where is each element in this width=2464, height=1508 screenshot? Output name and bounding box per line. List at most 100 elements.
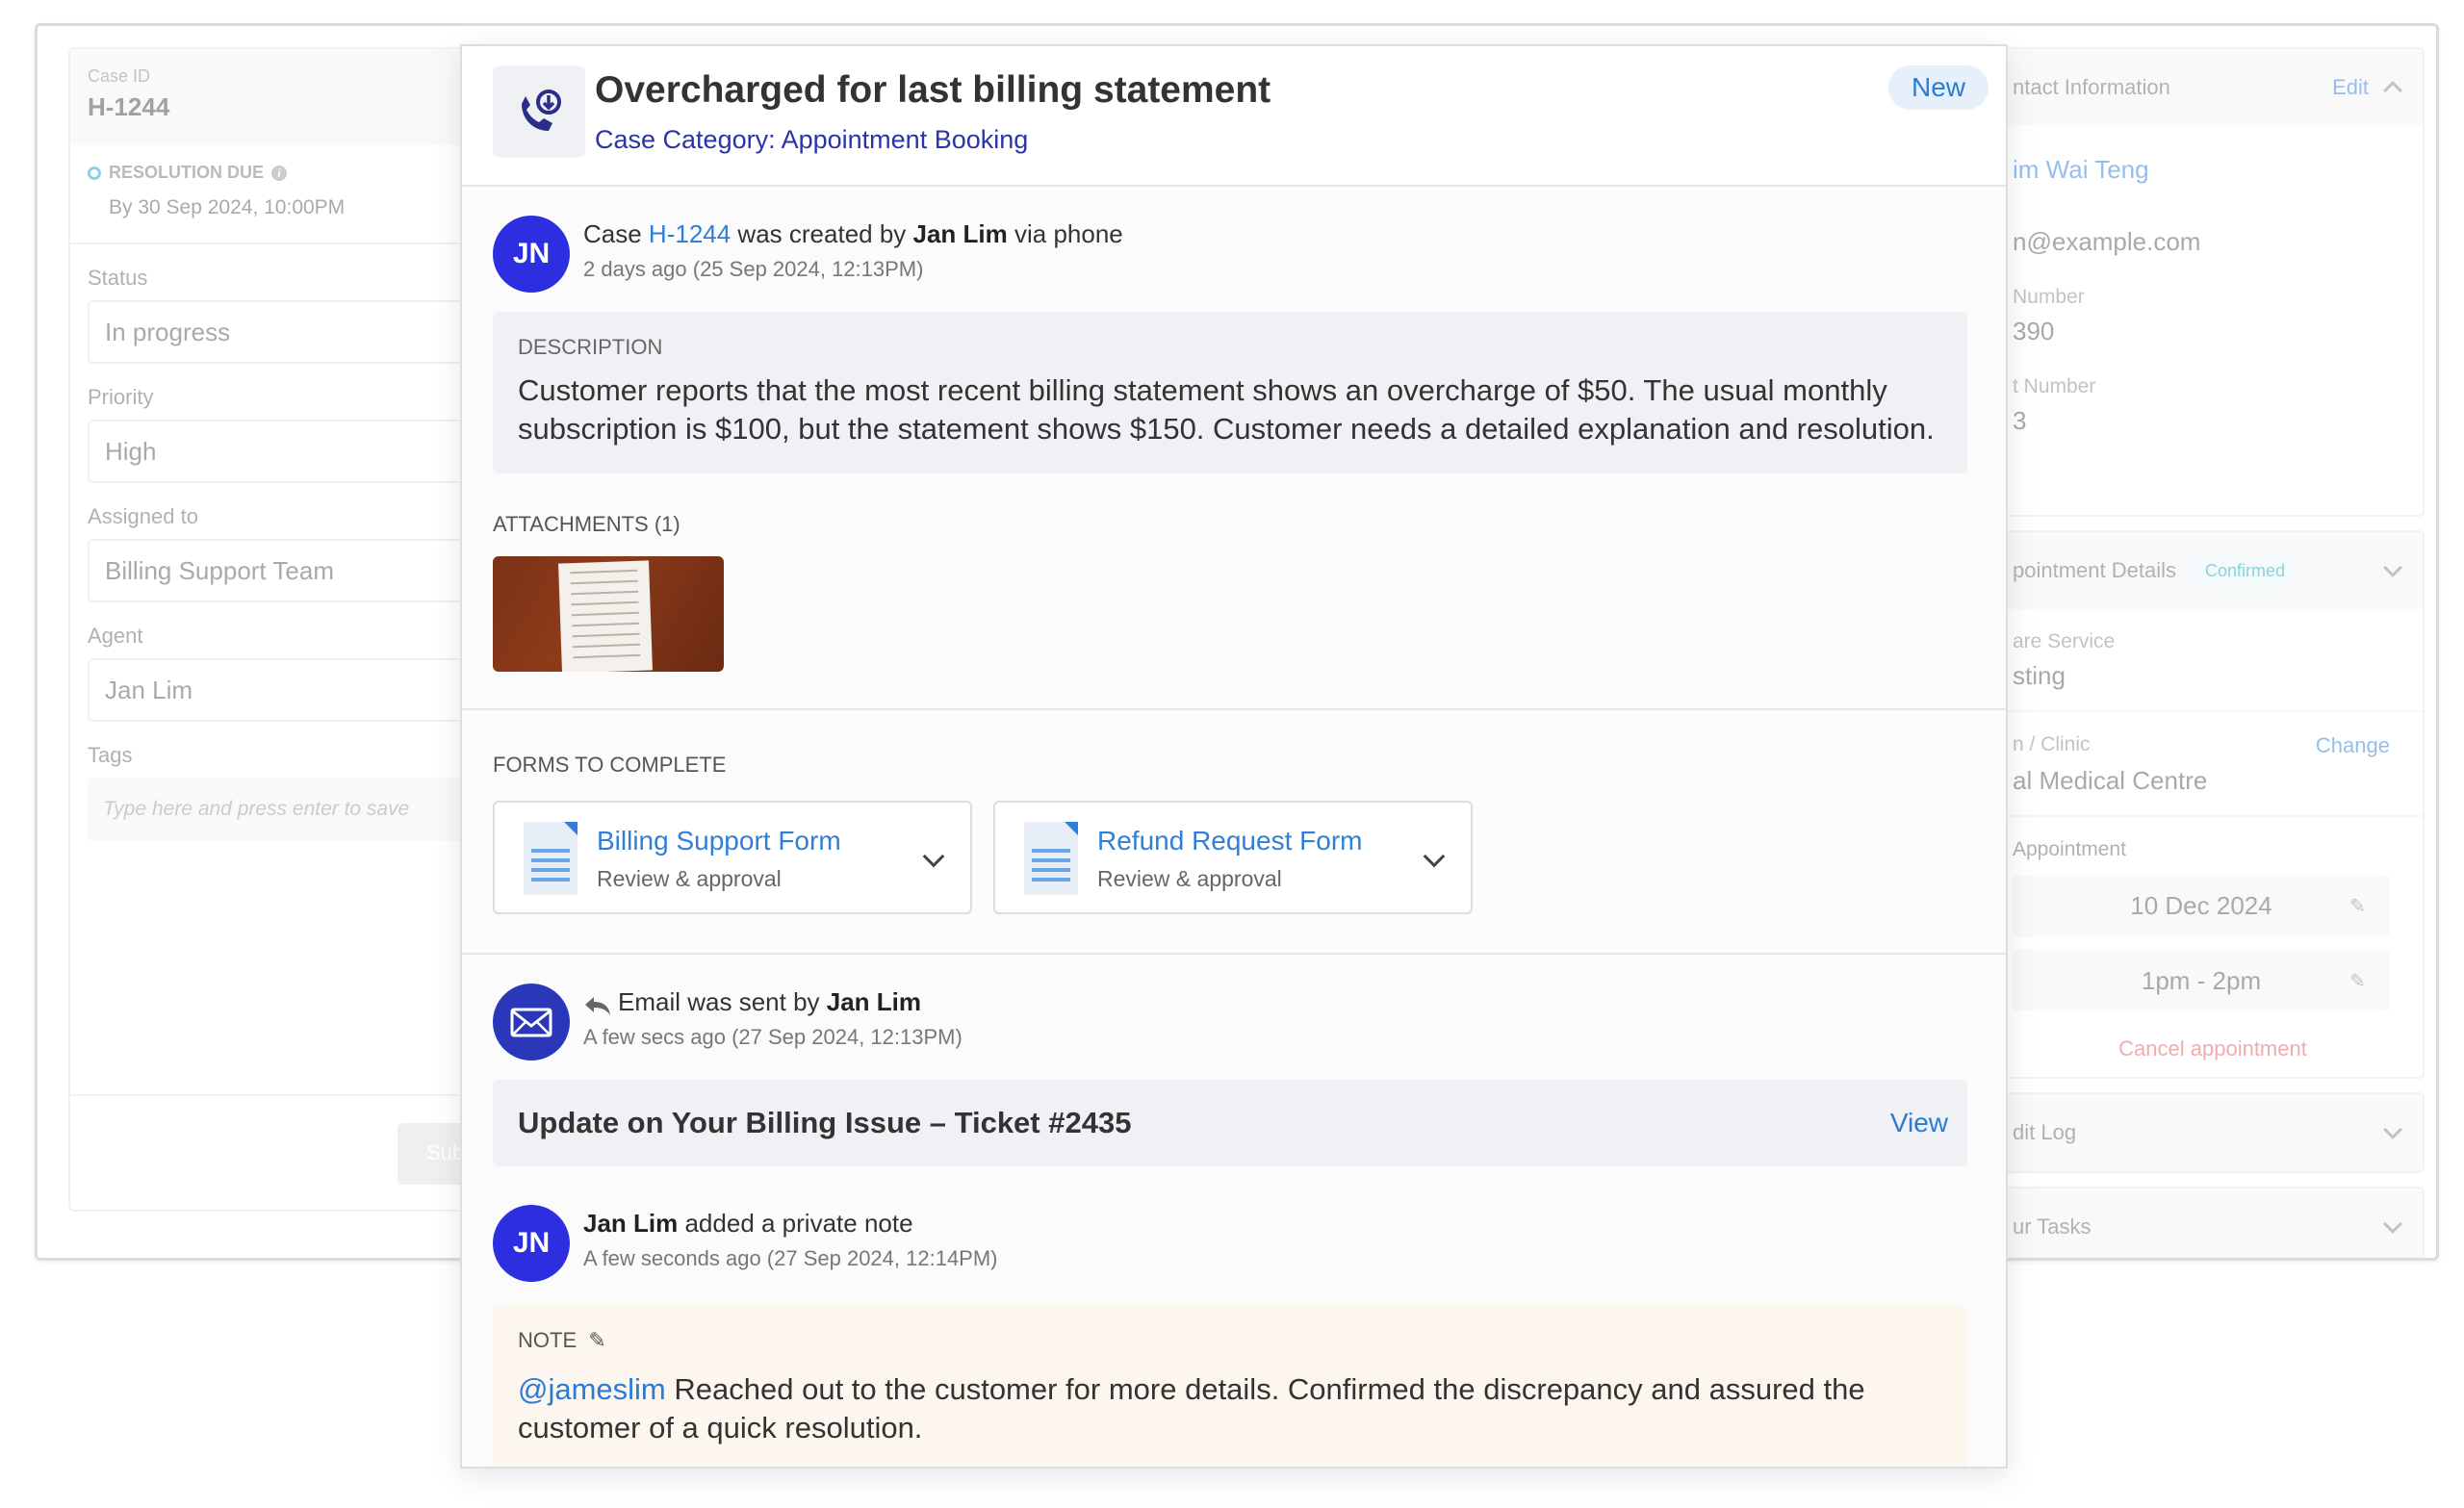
view-email-link[interactable]: View [1890, 1108, 1948, 1138]
tags-input[interactable]: Type here and press enter to save [88, 778, 492, 841]
receipt-line [570, 579, 638, 585]
email-sent-event: Email was sent by Jan Lim A few secs ago… [493, 955, 1967, 1061]
resolution-due-value: By 30 Sep 2024, 10:00PM [109, 196, 346, 218]
receipt-line [572, 632, 640, 638]
clinic-section: n / Clinic Change al Medical Centre [2003, 712, 2423, 817]
tasks-header[interactable]: ur Tasks [2003, 1189, 2423, 1258]
form-title[interactable]: Billing Support Form [597, 826, 841, 856]
agent-select[interactable]: Jan Lim [88, 658, 492, 722]
receipt-line [571, 590, 639, 596]
clinic-row: n / Clinic Change [2013, 712, 2413, 758]
priority-select[interactable]: High [88, 420, 492, 483]
document-line [1032, 868, 1070, 872]
agent-field: Agent Jan Lim [70, 624, 509, 722]
avatar: JN [493, 1205, 570, 1282]
edit-log-card[interactable]: dit Log [2001, 1092, 2425, 1173]
created-mid: was created by [731, 219, 913, 248]
chevron-up-icon[interactable] [2383, 81, 2402, 100]
document-line [531, 868, 570, 872]
appointment-time[interactable]: 1pm - 2pm ✎ [2013, 950, 2390, 1011]
status-badge: Confirmed [2193, 554, 2297, 587]
form-title[interactable]: Refund Request Form [1097, 826, 1362, 856]
note-event: JN Jan Lim added a private note A few se… [493, 1166, 1967, 1282]
contact-card-header[interactable]: ntact Information Edit [2003, 49, 2423, 126]
tasks-card[interactable]: ur Tasks [2001, 1187, 2425, 1258]
status-select[interactable]: In progress [88, 300, 492, 364]
receipt-image [558, 560, 653, 672]
contact-email: n@example.com [2013, 227, 2201, 256]
agent-name: Jan Lim [583, 1209, 679, 1238]
description-label: DESCRIPTION [518, 335, 663, 359]
created-prefix: Case [583, 219, 649, 248]
phone-incoming-icon [493, 65, 585, 158]
chevron-down-icon[interactable] [922, 845, 945, 868]
pencil-icon[interactable]: ✎ [2349, 894, 2369, 917]
billing-support-form-card[interactable]: Billing Support Form Review & approval [493, 801, 972, 914]
receipt-line [573, 653, 641, 659]
resolution-due-label: RESOLUTION DUE [109, 163, 265, 182]
edit-contact-link[interactable]: Edit [2332, 75, 2369, 100]
clinic-label: n / Clinic [2013, 733, 2091, 755]
agent-name: Jan Lim [912, 219, 1008, 248]
document-icon [1024, 822, 1078, 895]
note-label-row: NOTE ✎ [518, 1328, 1942, 1353]
cancel-appointment-link[interactable]: Cancel appointment [2013, 1036, 2413, 1088]
chevron-down-icon[interactable] [2383, 558, 2402, 577]
receipt-line [570, 569, 638, 575]
resolution-due-label-row: RESOLUTION DUE i [88, 163, 492, 183]
number-label: Number [2013, 286, 2085, 308]
contact-header-actions: Edit [2332, 75, 2402, 100]
case-details-panel: Case ID H-1244 RESOLUTION DUE i By 30 Se… [68, 47, 532, 1212]
account-value: 3 [2013, 406, 2027, 435]
chevron-down-icon[interactable] [2383, 1214, 2402, 1234]
tasks-title: ur Tasks [2013, 1214, 2092, 1239]
email-sent-line: Email was sent by Jan Lim [583, 987, 962, 1017]
number-value: 390 [2013, 317, 2055, 345]
note-line: Jan Lim added a private note [583, 1209, 998, 1239]
info-icon[interactable]: i [271, 165, 288, 181]
service-section: are Service sting [2003, 630, 2423, 712]
case-id-header: Case ID H-1244 [70, 49, 509, 145]
avatar: JN [493, 216, 570, 293]
note-text: @jameslim Reached out to the customer fo… [518, 1370, 1942, 1447]
chevron-down-icon[interactable] [2383, 1120, 2402, 1139]
event-timestamp: A few secs ago (27 Sep 2024, 12:13PM) [583, 1025, 962, 1049]
appointment-date-value: 10 Dec 2024 [2130, 890, 2272, 920]
mention-link[interactable]: @jameslim [518, 1372, 666, 1406]
case-id-label: Case ID [88, 66, 151, 86]
note-label: NOTE [518, 1328, 578, 1352]
assigned-select[interactable]: Billing Support Team [88, 539, 492, 602]
document-fold [1065, 822, 1078, 835]
service-value: sting [2013, 661, 2066, 690]
assigned-field: Assigned to Billing Support Team [70, 504, 509, 602]
case-detail-modal: Overcharged for last billing statement C… [460, 44, 2008, 1469]
appointment-card: pointment Details Confirmed are Service … [2001, 530, 2425, 1079]
edit-log-title: dit Log [2013, 1120, 2077, 1144]
description-text: Customer reports that the most recent bi… [518, 373, 1935, 446]
receipt-line [571, 601, 639, 606]
status-dot-icon [88, 166, 101, 180]
edit-log-header[interactable]: dit Log [2003, 1094, 2423, 1171]
private-note: NOTE ✎ @jameslim Reached out to the cust… [493, 1305, 1967, 1467]
pencil-icon[interactable]: ✎ [588, 1328, 605, 1352]
resolution-due: RESOLUTION DUE i By 30 Sep 2024, 10:00PM [70, 145, 509, 229]
appointment-time-value: 1pm - 2pm [2141, 965, 2262, 995]
refund-request-form-card[interactable]: Refund Request Form Review & approval [993, 801, 1473, 914]
divider [70, 243, 509, 244]
contact-name[interactable]: im Wai Teng [2013, 155, 2413, 185]
pencil-icon[interactable]: ✎ [2349, 969, 2369, 992]
forms-list: Billing Support Form Review & approval R… [493, 801, 1967, 953]
appointment-date[interactable]: 10 Dec 2024 ✎ [2013, 875, 2390, 936]
attachment-thumbnail[interactable] [493, 556, 724, 672]
case-created-section: JN Case H-1244 was created by Jan Lim vi… [462, 187, 2006, 672]
status-badge: New [1888, 65, 1989, 110]
case-id-link[interactable]: H-1244 [649, 219, 731, 248]
appointment-card-header[interactable]: pointment Details Confirmed [2003, 532, 2423, 609]
modal-header: Overcharged for last billing statement C… [462, 46, 2006, 187]
agent-name: Jan Lim [826, 987, 921, 1016]
description-box: DESCRIPTION Customer reports that the mo… [493, 312, 1967, 473]
chevron-down-icon[interactable] [1423, 845, 1446, 868]
appointment-title: pointment Details [2013, 558, 2176, 582]
change-clinic-link[interactable]: Change [2316, 733, 2390, 758]
tags-field: Tags Type here and press enter to save [70, 743, 509, 841]
